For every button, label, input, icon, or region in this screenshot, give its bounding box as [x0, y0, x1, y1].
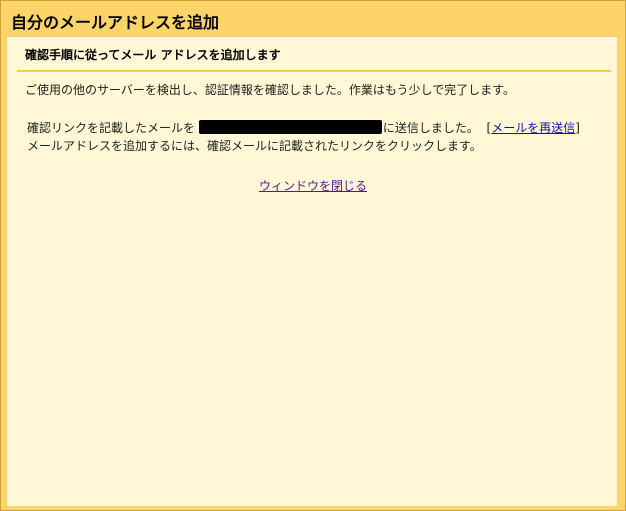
- resend-email-link[interactable]: メールを再送信: [491, 121, 575, 135]
- verification-sent-prefix: 確認リンクを記載したメールを: [27, 121, 196, 135]
- close-window-link[interactable]: ウィンドウを閉じる: [259, 179, 367, 193]
- dialog-title: 自分のメールアドレスを追加: [11, 13, 220, 32]
- verification-sent-suffix: に送信しました。: [382, 121, 479, 135]
- right-frame-edge: [617, 36, 625, 507]
- dialog-content: 確認手順に従ってメール アドレスを追加します ご使用の他のサーバーを検出し、認証…: [6, 36, 618, 507]
- dialog-titlebar: 自分のメールアドレスを追加: [1, 1, 625, 36]
- heading-divider: [17, 70, 611, 72]
- click-link-instruction: メールアドレスを追加するには、確認メールに記載されたリンクをクリックします。: [27, 139, 482, 153]
- bracket-close: ]: [575, 121, 580, 135]
- close-link-container: ウィンドウを閉じる: [7, 177, 619, 194]
- verification-sent-message: 確認リンクを記載したメールを に送信しました。 [メールを再送信]: [27, 119, 580, 137]
- bottom-frame-edge: [1, 506, 625, 510]
- redacted-email-address: [198, 120, 382, 134]
- step-heading: 確認手順に従ってメール アドレスを追加します: [25, 48, 281, 62]
- add-email-dialog: 自分のメールアドレスを追加 確認手順に従ってメール アドレスを追加します ご使用…: [0, 0, 626, 511]
- server-verified-message: ご使用の他のサーバーを検出し、認証情報を確認しました。作業はもう少しで完了します…: [25, 83, 515, 97]
